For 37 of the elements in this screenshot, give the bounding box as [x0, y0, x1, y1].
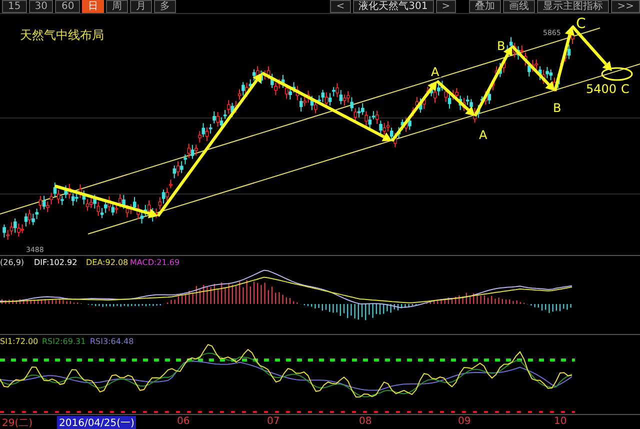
- date-label: 10: [553, 416, 568, 428]
- period-tab[interactable]: 周: [106, 0, 128, 13]
- period-tab[interactable]: 15: [2, 0, 27, 13]
- rsi2-label: RSI2:69.31: [42, 337, 86, 346]
- wave-label: 5400: [586, 82, 617, 96]
- next-button[interactable]: >: [436, 0, 456, 13]
- tool-button[interactable]: 显示主图指标: [537, 0, 610, 13]
- rsi3-label: RSI3:64.48: [90, 337, 134, 346]
- wave-label: B: [497, 39, 506, 53]
- period-tab[interactable]: 多: [154, 0, 176, 13]
- date-label: 06: [176, 416, 191, 428]
- rsi1-label: SI1:72.00: [0, 337, 38, 346]
- chart-title: 天然气中线布局: [20, 28, 104, 42]
- wave-label: A: [431, 65, 440, 79]
- date-label: 29(二): [1, 417, 34, 429]
- previous-button[interactable]: <: [330, 0, 351, 13]
- instrument-selector[interactable]: 液化天然气301: [352, 0, 434, 13]
- target-ellipse: [601, 67, 633, 81]
- period-tab[interactable]: 月: [130, 0, 152, 13]
- dif-label: DIF:102.92: [34, 258, 78, 267]
- wave-label: B: [553, 101, 562, 115]
- wave-label: A: [479, 128, 488, 142]
- period-tab[interactable]: 30: [28, 0, 54, 13]
- tool-button[interactable]: 叠加: [469, 0, 502, 13]
- tool-button[interactable]: 画线: [503, 0, 536, 13]
- date-label: 07: [266, 416, 281, 428]
- period-tab[interactable]: 日: [82, 0, 104, 13]
- macd-params-label: (26,9): [0, 258, 24, 267]
- date-label: 09: [457, 416, 472, 428]
- wave-label: C: [621, 82, 630, 96]
- date-label: 08: [358, 416, 373, 428]
- wave-label: C: [576, 16, 586, 32]
- date-label: 2016/04/25(一): [57, 416, 136, 429]
- period-tab[interactable]: 60: [55, 0, 80, 13]
- tool-button[interactable]: >>: [611, 0, 640, 13]
- dea-label: DEA:92.08: [86, 258, 128, 267]
- macd-label: MACD:21.69: [130, 258, 180, 267]
